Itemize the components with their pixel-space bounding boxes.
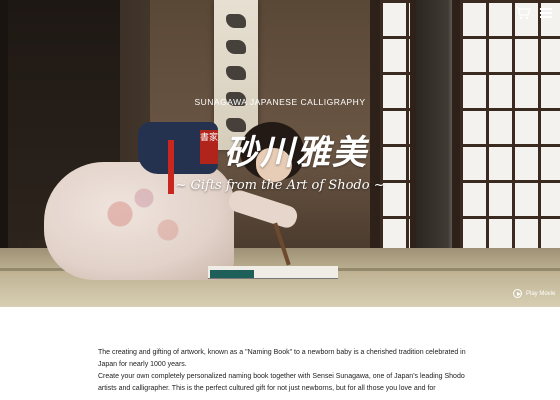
- play-movie-button[interactable]: Play Movie: [513, 289, 555, 298]
- hero-banner: SUNAGAWA JAPANESE CALLIGRAPHY 書家 砂川雅美 ~ …: [0, 0, 560, 307]
- cart-icon[interactable]: [515, 6, 531, 20]
- door-frame: [0, 0, 8, 250]
- brand-subtitle: SUNAGAWA JAPANESE CALLIGRAPHY: [194, 97, 366, 107]
- shoji-screen-left: [380, 0, 410, 290]
- brand-logo: 砂川雅美: [224, 133, 368, 173]
- intro-paragraph: The creating and gifting of artwork, kno…: [98, 349, 466, 368]
- play-movie-label: Play Movie: [526, 290, 556, 297]
- intro-paragraph: Create your own completely personalized …: [98, 373, 465, 392]
- shoji-screen-right: [460, 0, 560, 290]
- play-icon: [513, 289, 522, 298]
- brush: [273, 222, 291, 266]
- intro-text: The creating and gifting of artwork, kno…: [98, 347, 468, 395]
- tagline: ~ Gifts from the Art of Shodo ~: [175, 178, 385, 193]
- red-seal-stamp: 書家: [200, 130, 218, 164]
- arm: [226, 187, 300, 231]
- menu-icon[interactable]: [540, 8, 552, 18]
- writing-mat: [210, 270, 254, 278]
